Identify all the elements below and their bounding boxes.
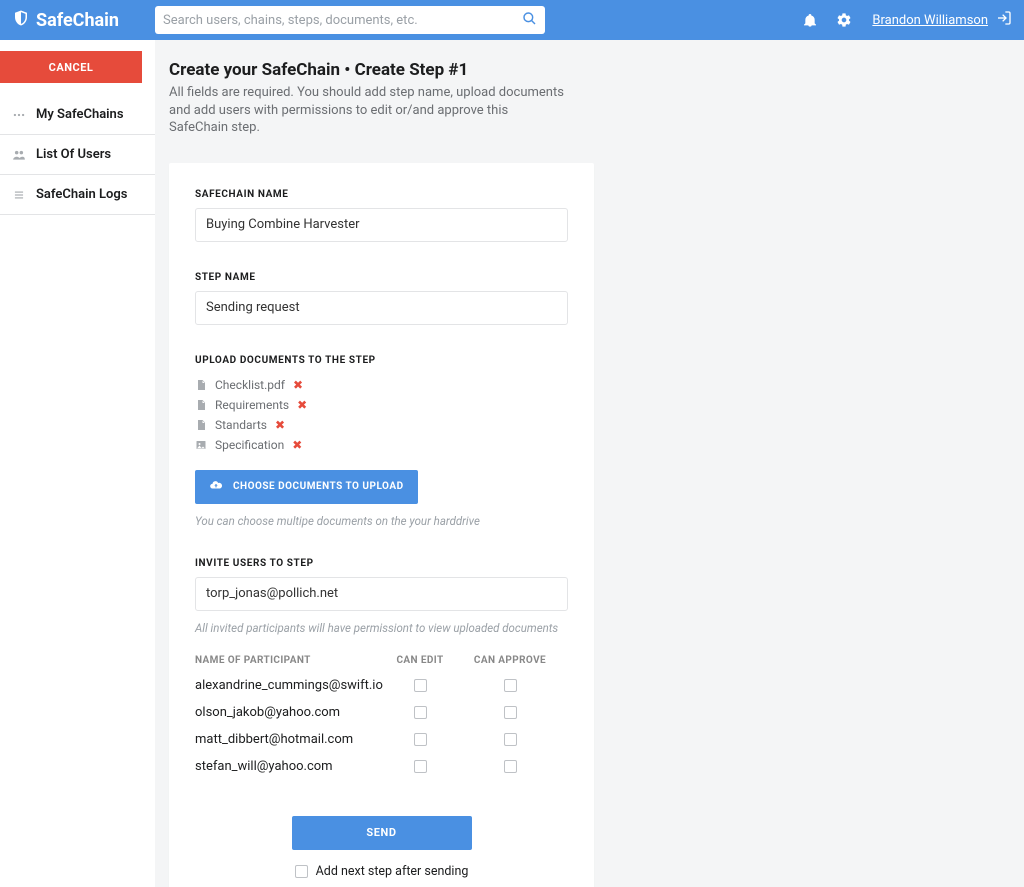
- participant-row: olson_jakob@yahoo.com: [195, 705, 568, 720]
- step-name-block: STEP NAME: [195, 272, 568, 325]
- user-menu[interactable]: Brandon Williamson: [872, 10, 1012, 30]
- remove-document-icon[interactable]: ✖: [292, 439, 302, 451]
- document-name: Specification: [215, 438, 284, 452]
- page-subtitle: All fields are required. You should add …: [169, 84, 569, 137]
- image-icon: [195, 439, 207, 451]
- choose-documents-label: CHOOSE DOCUMENTS TO UPLOAD: [233, 481, 404, 492]
- participants-header-approve: CAN APPROVE: [460, 655, 560, 666]
- add-next-step-label: Add next step after sending: [316, 864, 469, 879]
- list-icon: [12, 188, 26, 202]
- invite-block: INVITE USERS TO STEP All invited partici…: [195, 558, 568, 879]
- brand[interactable]: SafeChain: [12, 9, 119, 32]
- choose-documents-button[interactable]: CHOOSE DOCUMENTS TO UPLOAD: [195, 470, 418, 504]
- user-name: Brandon Williamson: [872, 13, 988, 28]
- participants-header-name: NAME OF PARTICIPANT: [195, 655, 380, 666]
- can-edit-checkbox[interactable]: [414, 733, 427, 746]
- form-card: SAFECHAIN NAME STEP NAME UPLOAD DOCUMENT…: [169, 163, 594, 887]
- safechain-name-block: SAFECHAIN NAME: [195, 189, 568, 242]
- participant-email: olson_jakob@yahoo.com: [195, 705, 380, 720]
- participant-row: stefan_will@yahoo.com: [195, 759, 568, 774]
- document-row: Standarts ✖: [195, 418, 568, 432]
- document-list: Checklist.pdf✖Requirements✖Standarts✖Spe…: [195, 378, 568, 452]
- document-row: Specification ✖: [195, 438, 568, 452]
- can-approve-checkbox[interactable]: [504, 679, 517, 692]
- safechain-name-input[interactable]: [195, 208, 568, 242]
- sidebar: CANCEL My SafeChains List Of Users SafeC…: [0, 40, 155, 887]
- sidebar-item-list-of-users[interactable]: List Of Users: [0, 135, 155, 175]
- participants-list: alexandrine_cummings@swift.io olson_jakob…: [195, 678, 568, 774]
- sidebar-item-safechain-logs[interactable]: SafeChain Logs: [0, 175, 155, 215]
- invite-email-input[interactable]: [195, 577, 568, 611]
- bell-icon[interactable]: [802, 12, 818, 28]
- can-edit-checkbox[interactable]: [414, 760, 427, 773]
- safechain-name-label: SAFECHAIN NAME: [195, 189, 568, 200]
- participant-row: matt_dibbert@hotmail.com: [195, 732, 568, 747]
- participant-email: stefan_will@yahoo.com: [195, 759, 380, 774]
- document-name: Standarts: [215, 418, 267, 432]
- people-icon: [12, 148, 26, 162]
- remove-document-icon[interactable]: ✖: [293, 379, 303, 391]
- remove-document-icon[interactable]: ✖: [275, 419, 285, 431]
- participants-header: NAME OF PARTICIPANT CAN EDIT CAN APPROVE: [195, 655, 568, 666]
- participant-email: alexandrine_cummings@swift.io: [195, 678, 380, 693]
- participant-email: matt_dibbert@hotmail.com: [195, 732, 380, 747]
- page-title: Create your SafeChain • Create Step #1: [169, 60, 1010, 80]
- search-icon[interactable]: [521, 10, 537, 30]
- participants-header-edit: CAN EDIT: [380, 655, 460, 666]
- add-next-step-checkbox[interactable]: [295, 865, 308, 878]
- dots-icon: [12, 108, 26, 122]
- search-input[interactable]: [163, 13, 521, 28]
- main-area: Create your SafeChain • Create Step #1 A…: [155, 40, 1024, 887]
- can-edit-checkbox[interactable]: [414, 679, 427, 692]
- shield-icon: [12, 9, 30, 32]
- sidebar-item-label: My SafeChains: [36, 107, 124, 122]
- step-name-input[interactable]: [195, 291, 568, 325]
- brand-text: SafeChain: [36, 10, 119, 31]
- participant-row: alexandrine_cummings@swift.io: [195, 678, 568, 693]
- document-name: Requirements: [215, 398, 289, 412]
- gear-icon[interactable]: [836, 12, 852, 28]
- remove-document-icon[interactable]: ✖: [297, 399, 307, 411]
- can-approve-checkbox[interactable]: [504, 706, 517, 719]
- add-next-step-row[interactable]: Add next step after sending: [195, 864, 568, 879]
- document-icon: [195, 399, 207, 411]
- top-bar: SafeChain Brandon Williamson: [0, 0, 1024, 40]
- upload-label: UPLOAD DOCUMENTS TO THE STEP: [195, 355, 568, 366]
- cloud-upload-icon: [209, 478, 223, 495]
- send-button[interactable]: SEND: [292, 816, 472, 850]
- can-edit-checkbox[interactable]: [414, 706, 427, 719]
- upload-hint: You can choose multipe documents on the …: [195, 514, 568, 528]
- search-bar[interactable]: [155, 6, 545, 34]
- invite-hint: All invited participants will have permi…: [195, 621, 568, 635]
- can-approve-checkbox[interactable]: [504, 733, 517, 746]
- logout-icon[interactable]: [996, 10, 1012, 30]
- sidebar-item-label: SafeChain Logs: [36, 187, 127, 202]
- sidebar-item-my-safechains[interactable]: My SafeChains: [0, 95, 155, 135]
- document-row: Checklist.pdf ✖: [195, 378, 568, 392]
- upload-block: UPLOAD DOCUMENTS TO THE STEP Checklist.p…: [195, 355, 568, 528]
- sidebar-item-label: List Of Users: [36, 147, 111, 162]
- document-icon: [195, 419, 207, 431]
- document-name: Checklist.pdf: [215, 378, 285, 392]
- can-approve-checkbox[interactable]: [504, 760, 517, 773]
- step-name-label: STEP NAME: [195, 272, 568, 283]
- invite-label: INVITE USERS TO STEP: [195, 558, 568, 569]
- document-row: Requirements ✖: [195, 398, 568, 412]
- cancel-button[interactable]: CANCEL: [0, 51, 142, 83]
- document-icon: [195, 379, 207, 391]
